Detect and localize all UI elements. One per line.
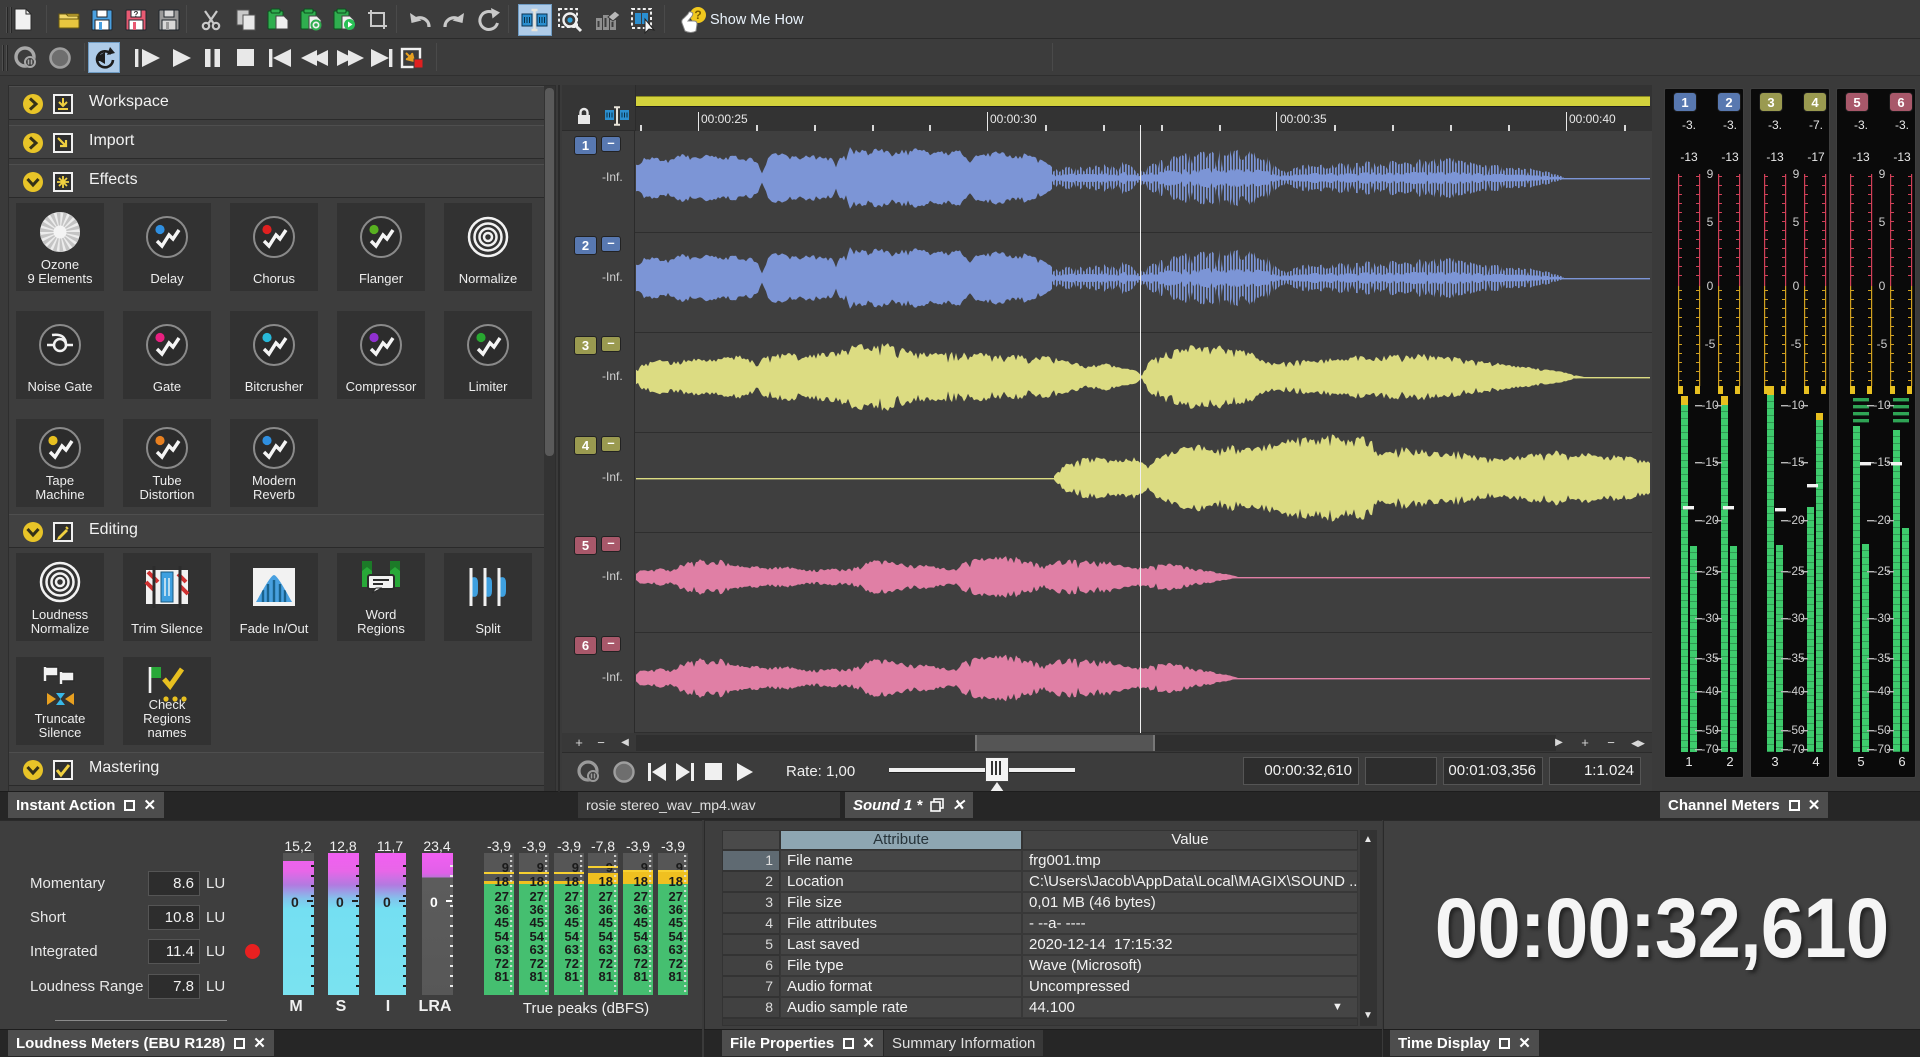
svg-text:?: ? <box>694 8 701 22</box>
svg-text:?: ? <box>134 10 139 19</box>
